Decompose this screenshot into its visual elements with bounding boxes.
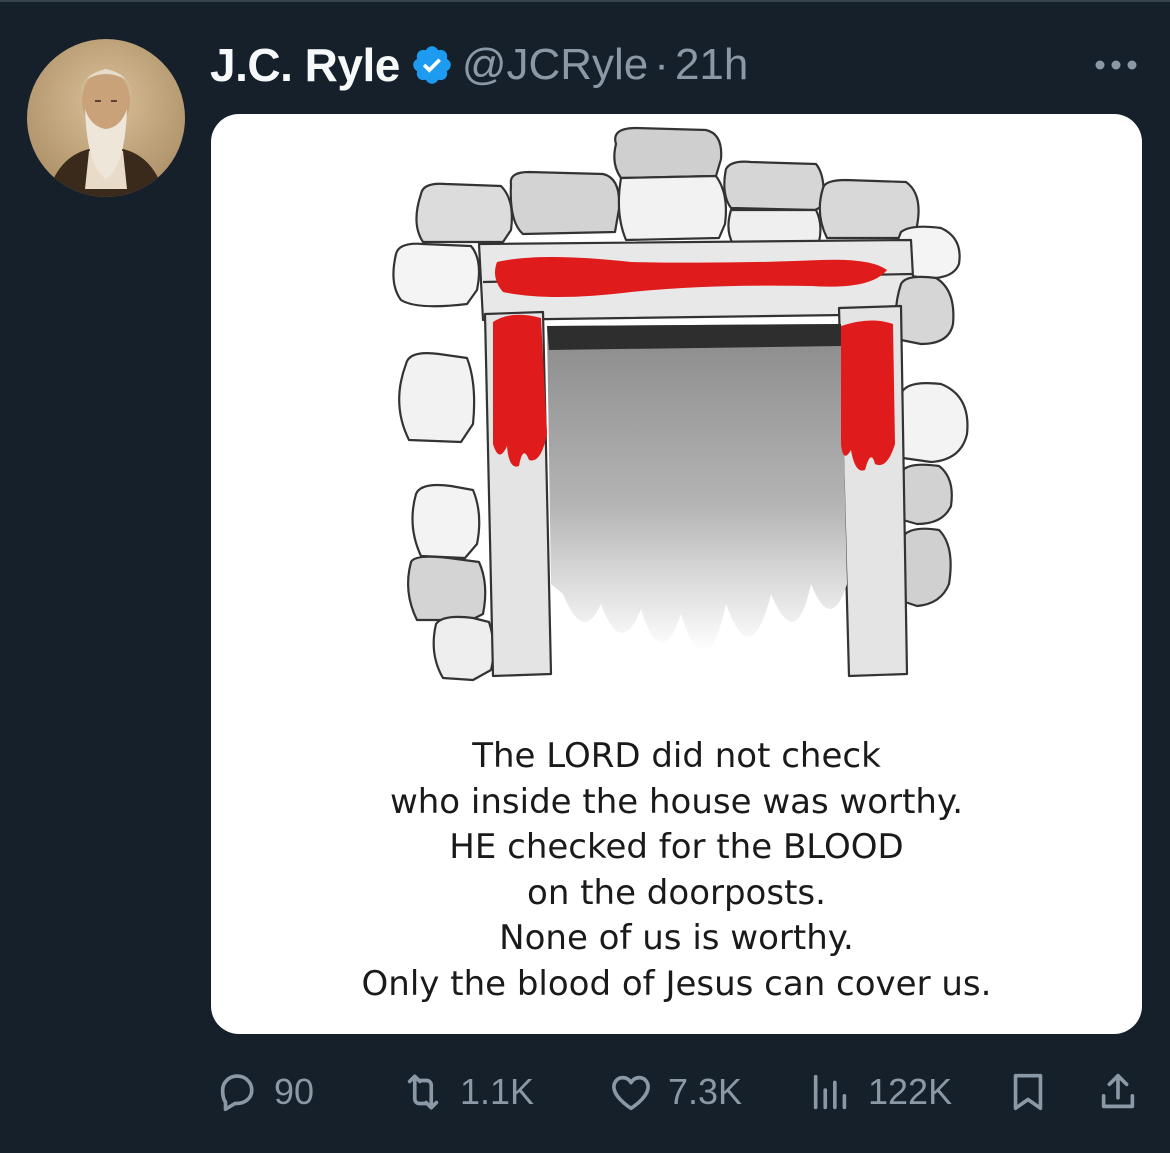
views-button[interactable]: 122K bbox=[808, 1062, 952, 1122]
bookmark-button[interactable] bbox=[1005, 1062, 1051, 1122]
avatar[interactable] bbox=[27, 39, 185, 197]
separator-dot: · bbox=[654, 40, 669, 89]
share-button[interactable] bbox=[1095, 1062, 1141, 1122]
views-chart-icon bbox=[813, 1074, 847, 1110]
caption-line: HE checked for the BLOOD bbox=[449, 827, 904, 867]
caption-line: The LORD did not check bbox=[472, 736, 881, 776]
tweet-action-bar: 90 1.1K 7.3K 122K bbox=[0, 1062, 1170, 1122]
reply-count: 90 bbox=[274, 1071, 315, 1112]
caption-line: None of us is worthy. bbox=[499, 918, 854, 958]
top-divider bbox=[0, 0, 1170, 2]
caption-line: Only the blood of Jesus can cover us. bbox=[361, 963, 992, 1004]
more-options-button[interactable] bbox=[1088, 50, 1144, 80]
handle[interactable]: @JCRyle bbox=[462, 40, 648, 90]
reply-button[interactable]: 90 bbox=[214, 1062, 314, 1122]
caption-line: on the doorposts. bbox=[527, 872, 826, 913]
retweet-button[interactable]: 1.1K bbox=[400, 1062, 534, 1122]
reply-icon bbox=[220, 1074, 254, 1112]
retweet-icon bbox=[407, 1074, 439, 1110]
share-icon bbox=[1101, 1073, 1135, 1109]
heart-icon bbox=[612, 1075, 650, 1111]
caption-line: who inside the house was worthy. bbox=[389, 781, 964, 822]
verified-badge-icon[interactable] bbox=[410, 43, 454, 87]
retweet-count: 1.1K bbox=[460, 1071, 535, 1112]
view-count: 122K bbox=[868, 1071, 953, 1112]
tweet-header: J.C. Ryle @JCRyle · 21h bbox=[210, 36, 748, 94]
tweet-media-image[interactable]: The LORD did not check who inside the ho… bbox=[211, 114, 1142, 1034]
like-count: 7.3K bbox=[668, 1071, 743, 1112]
avatar-portrait-image bbox=[27, 39, 185, 197]
like-button[interactable]: 7.3K bbox=[608, 1062, 742, 1122]
timestamp[interactable]: 21h bbox=[675, 40, 748, 90]
more-dots-icon bbox=[1095, 60, 1137, 70]
display-name[interactable]: J.C. Ryle bbox=[210, 38, 400, 92]
bookmark-icon bbox=[1013, 1073, 1043, 1111]
image-caption-text: The LORD did not check who inside the ho… bbox=[211, 734, 1142, 1007]
